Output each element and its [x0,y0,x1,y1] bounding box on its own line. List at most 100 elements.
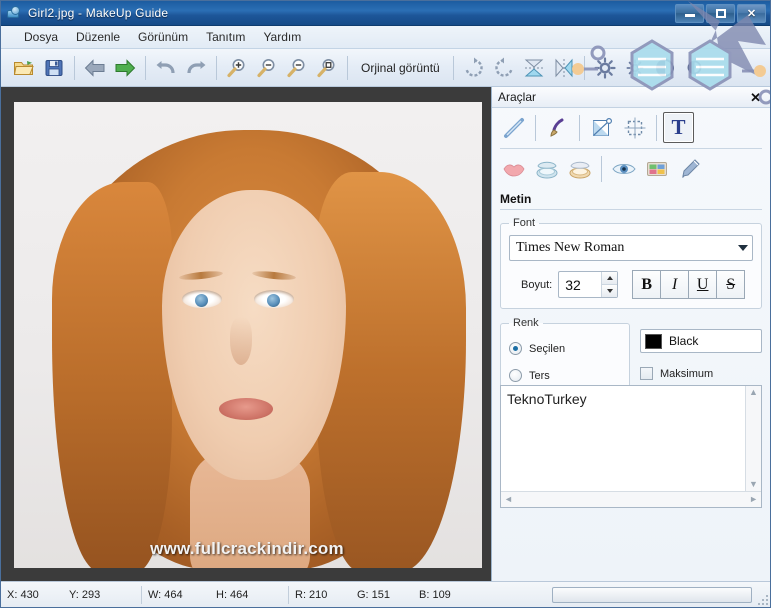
menu-item-tanitim[interactable]: Tanıtım [197,27,254,47]
menu-bar: Dosya Düzenle Görünüm Tanıtım Yardım [1,26,770,49]
undo-icon[interactable] [151,53,181,83]
text-horizontal-scrollbar[interactable]: ◄ ► [501,491,761,507]
font-size-decrement[interactable] [602,285,618,297]
crop-tool-icon[interactable] [619,112,650,143]
maximize-button[interactable] [706,3,735,23]
brightness-icon[interactable] [590,53,620,83]
section-title-metin: Metin [500,192,532,206]
redo-icon[interactable] [181,53,211,83]
font-group-legend: Font [513,217,536,229]
toolbar-separator [145,55,146,80]
save-file-icon[interactable] [39,53,69,83]
menu-item-yardim[interactable]: Yardım [254,27,310,47]
contrast-icon[interactable] [650,53,680,83]
color-section: Renk Seçilen Ters Black Maksimum [500,317,762,393]
close-icon: ✕ [746,7,757,20]
maximum-checkbox[interactable] [640,367,653,380]
maximum-checkbox-row[interactable]: Maksimum [640,367,762,380]
brush-tool-icon[interactable] [542,112,573,143]
text-input-container[interactable]: TeknoTurkey ▲ ▼ ◄ ► [500,385,762,508]
color-group: Renk Seçilen Ters [500,317,630,393]
image-canvas-area[interactable]: www.fullcrackindir.com [1,87,493,581]
line-tool-icon[interactable] [498,112,529,143]
status-bar: X: 430 Y: 293 W: 464 H: 464 R: 210 G: 15… [1,581,770,607]
radio-secilen-row[interactable]: Seçilen [509,342,623,355]
zoom-in-icon[interactable] [222,53,252,83]
tools-panel: Araçlar ✕ T Metin Font Times New Roman B… [491,87,770,581]
triangle-up-icon [606,276,613,280]
pencil-tool-icon[interactable] [674,153,705,184]
font-family-dropdown[interactable]: Times New Roman [509,235,753,261]
font-size-value: 32 [565,276,581,293]
radio-ters[interactable] [509,369,522,382]
tool-row-makeup [492,149,770,186]
zoom-out-icon[interactable] [252,53,282,83]
resize-grip[interactable] [756,593,768,605]
rotate-left-icon[interactable] [489,53,519,83]
color-dropdown[interactable]: Black [640,329,762,353]
powder-tool-icon[interactable] [531,153,562,184]
menu-item-gorunum[interactable]: Görünüm [129,27,197,47]
eyeshadow-palette-icon[interactable] [641,153,672,184]
toolbar-separator [216,55,217,80]
radio-ters-row[interactable]: Ters [509,369,623,382]
rotate-right-icon[interactable] [459,53,489,83]
text-tool-glyph: T [671,115,686,139]
scroll-right-icon[interactable]: ► [749,495,758,504]
title-bar: Girl2.jpg - MakeUp Guide ✕ [1,1,770,26]
maximum-label: Maksimum [660,367,714,380]
panel-close-icon[interactable]: ✕ [747,91,764,104]
color-swatch [645,333,662,349]
status-progress-bar [552,586,752,603]
lips-tool-icon[interactable] [498,153,529,184]
forward-arrow-icon[interactable] [110,53,140,83]
font-size-stepper[interactable]: 32 [558,271,619,298]
text-input[interactable]: TeknoTurkey [501,386,745,491]
flip-vertical-icon[interactable] [519,53,549,83]
font-family-value: Times New Roman [516,240,625,255]
status-x: X: 430 [7,588,39,601]
image-preview[interactable] [14,102,482,568]
font-size-row: Boyut: 32 B I U S [509,270,753,299]
tools-panel-title: Araçlar [498,90,537,104]
scroll-up-icon[interactable]: ▲ [749,388,758,397]
blush-tool-icon[interactable] [564,153,595,184]
toolbar-separator [347,55,348,80]
close-button[interactable]: ✕ [737,3,766,23]
application-window: Girl2.jpg - MakeUp Guide ✕ Dosya Düzenle… [0,0,771,608]
underline-button[interactable]: U [688,270,718,299]
zoom-fit-icon[interactable] [282,53,312,83]
scroll-left-icon[interactable]: ◄ [504,495,513,504]
app-photo-icon [6,5,22,21]
eye-tool-icon[interactable] [608,153,639,184]
text-tool-icon[interactable]: T [663,112,694,143]
menu-item-dosya[interactable]: Dosya [15,27,67,47]
open-file-icon[interactable] [9,53,39,83]
brightness-small-icon[interactable] [620,53,650,83]
original-view-label[interactable]: Orjinal görüntü [353,61,448,75]
menu-item-duzenle[interactable]: Düzenle [67,27,129,47]
zoom-actual-icon[interactable] [312,53,342,83]
radio-secilen[interactable] [509,342,522,355]
minimize-button[interactable] [675,3,704,23]
font-size-label: Boyut: [521,278,553,291]
bold-button[interactable]: B [632,270,662,299]
toolbar-separator [74,55,75,80]
section-rule [500,209,762,210]
tools-panel-header: Araçlar ✕ [492,87,770,108]
text-vertical-scrollbar[interactable]: ▲ ▼ [745,386,761,491]
flip-horizontal-icon[interactable] [549,53,579,83]
back-arrow-icon[interactable] [80,53,110,83]
status-g: G: 151 [357,588,391,601]
contrast-small-icon[interactable] [680,53,710,83]
gradient-tool-icon[interactable] [586,112,617,143]
triangle-down-icon [606,289,613,293]
status-r: R: 210 [295,588,328,601]
status-y: Y: 293 [69,588,101,601]
font-group: Font Times New Roman Boyut: 32 B I U S [500,217,762,309]
font-size-increment[interactable] [602,272,618,285]
main-toolbar: Orjinal görüntü [1,49,770,87]
italic-button[interactable]: I [660,270,690,299]
scroll-down-icon[interactable]: ▼ [749,480,758,489]
strikethrough-button[interactable]: S [716,270,746,299]
